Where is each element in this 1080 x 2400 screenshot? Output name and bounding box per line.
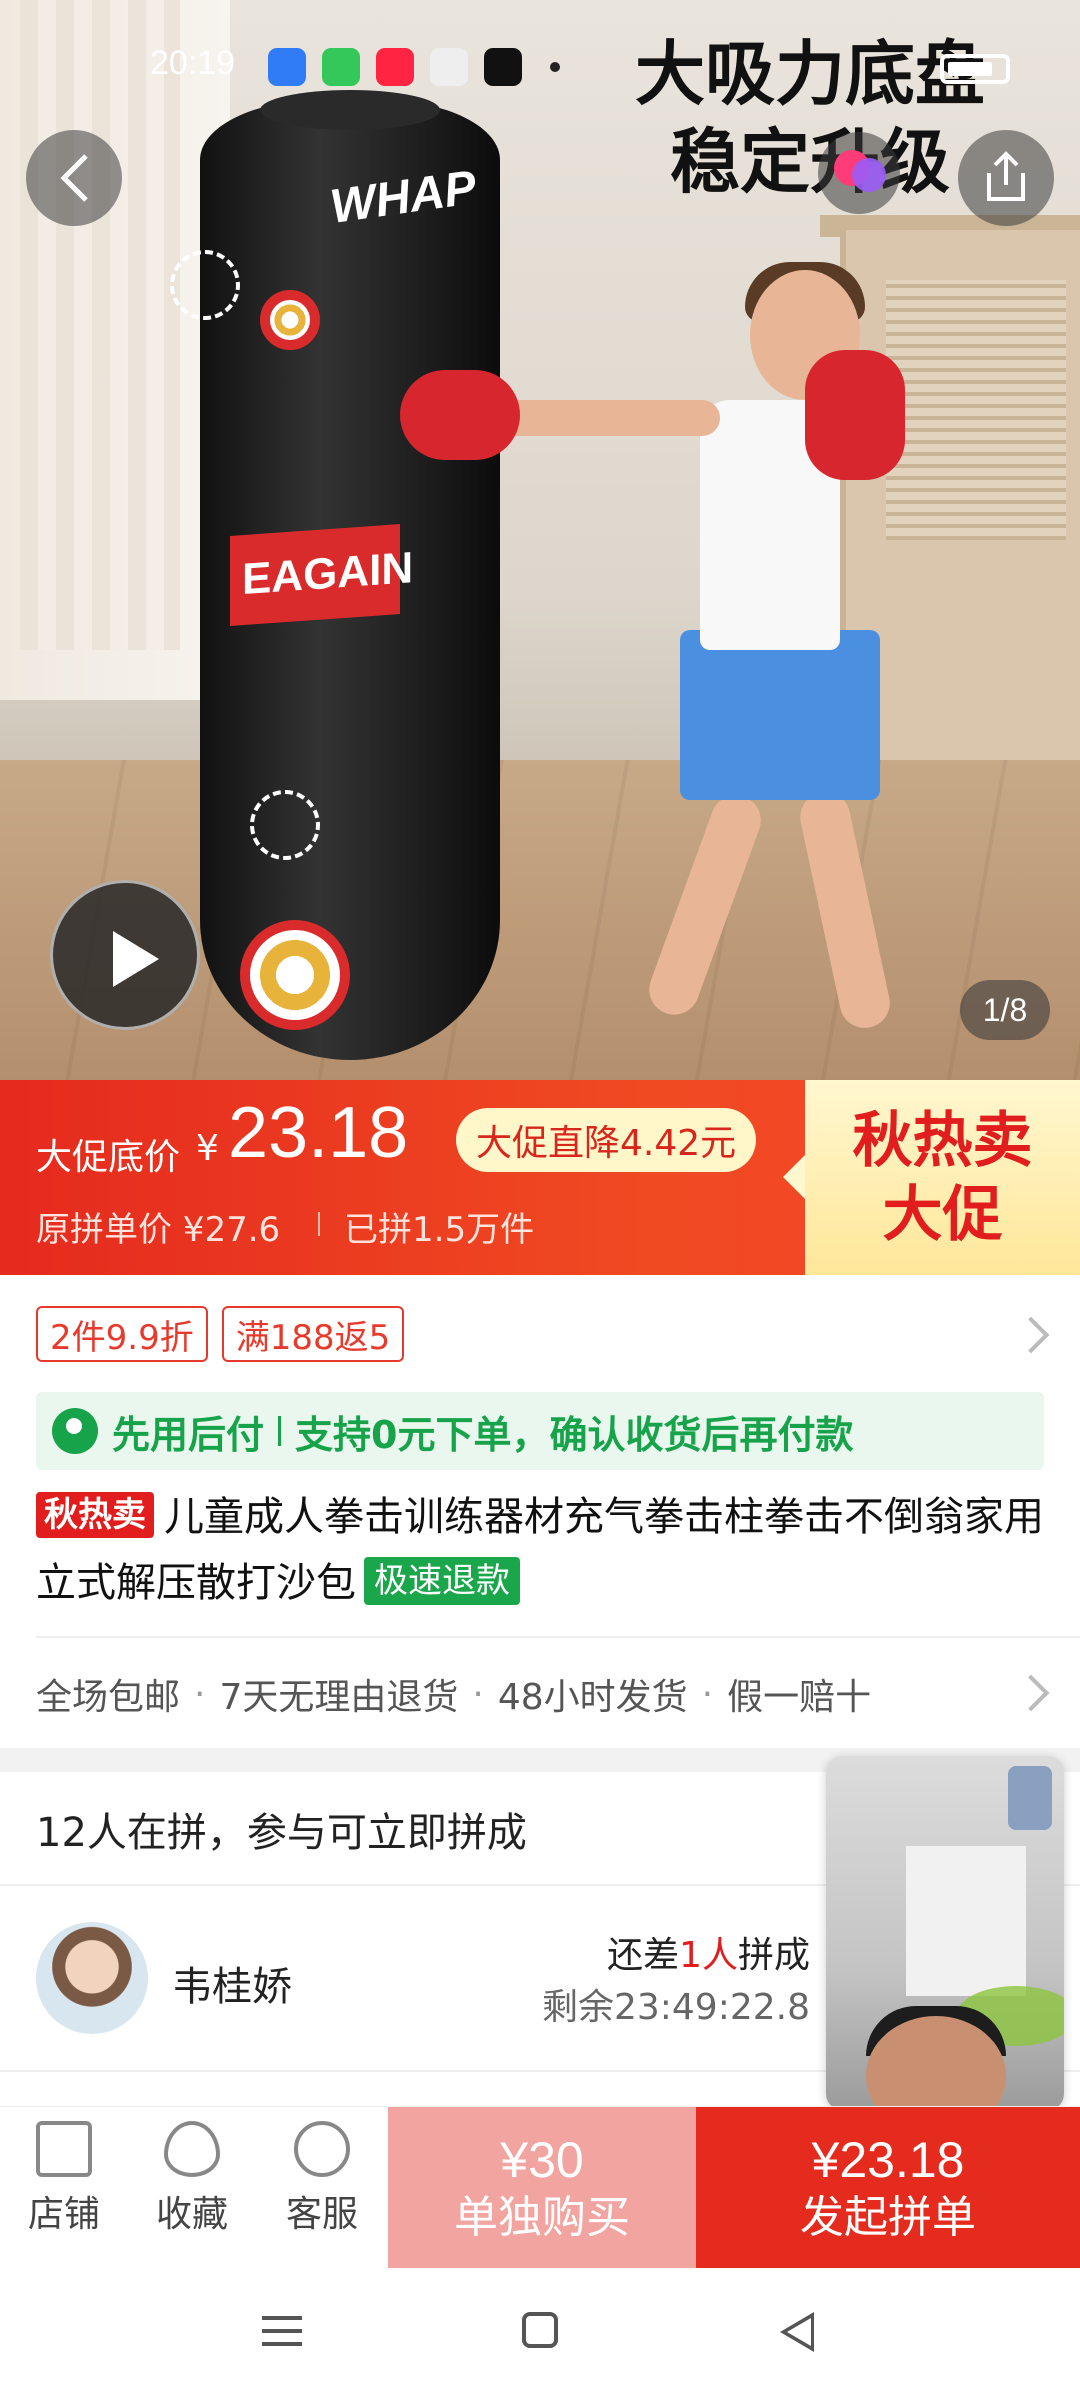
promo-badge-line-2: 大促 [882,1179,1003,1250]
coupon-tag[interactable]: 满188返5 [221,1306,405,1362]
group-need-text: 还差1人拼成 [607,1935,810,1976]
chat-bubble-icon [294,2121,350,2177]
currency-symbol: ¥ [196,1128,219,1169]
menu-icon[interactable] [262,2316,302,2346]
target-mark [240,920,350,1030]
pay-later-title: 先用后付 [112,1412,265,1457]
group-buy-heading: 12人在拼，参与可立即拼成 [36,1810,527,1856]
share-button[interactable] [958,130,1054,226]
service-item: 7天无理由退货 [219,1677,459,1718]
avatar [36,1922,148,2034]
image-search-button[interactable] [818,132,900,214]
back-triangle-icon[interactable] [780,2312,814,2352]
pay-later-divider [278,1416,282,1446]
store-icon [36,2121,92,2177]
user-badge-icon [52,1408,98,1454]
service-guarantees[interactable]: 全场包邮 · 7天无理由退货 · 48小时发货 · 假一赔十 [36,1668,871,1720]
target-mark [260,290,320,350]
notification-icons [268,48,522,86]
status-time: 20:19 [150,44,236,82]
service-label: 客服 [285,2194,358,2235]
glove-mark [170,250,240,320]
service-item: 48小时发货 [497,1677,688,1718]
price-label: 大促底价 [36,1137,181,1178]
play-video-button[interactable] [50,880,200,1030]
group-price: ¥23.18 [811,2132,965,2188]
share-icon [987,151,1025,201]
autumn-sale-badge: 秋热卖 大促 [783,1080,1080,1275]
original-price: 原拼单价 ¥27.6 [36,1210,281,1250]
hot-sale-tag: 秋热卖 [36,1492,154,1538]
promo-line-2: 稳定升级 [670,121,950,203]
pay-later-desc: 支持0元下单，确认收货后再付款 [295,1412,854,1457]
product-title: 秋热卖 儿童成人拳击训练器材充气拳击柱拳击不倒翁家用立式解压散打沙包 极速退款 [36,1484,1046,1616]
price-banner: 大促底价 ¥ 23.18 大促直降4.42元 原拼单价 ¥27.6 已拼1.5万… [0,1080,1080,1275]
bottom-action-bar: 店铺 收藏 客服 ¥30 单独购买 ¥23.18 发起拼单 [0,2106,1080,2269]
chevron-right-icon[interactable] [1012,1316,1050,1354]
shop-label: 店铺 [27,2194,100,2235]
shop-button[interactable]: 店铺 [4,2121,124,2237]
start-group-buy-button[interactable]: ¥23.18 发起拼单 [696,2107,1080,2269]
more-notifications-dot [550,62,560,72]
bag-stripe: EAGAIN [230,524,413,626]
app-notification-icon [268,48,306,86]
xiaohongshu-notification-icon [376,48,414,86]
punching-bag-image: WHAP EAGAIN [170,90,500,1060]
favorite-button[interactable]: 收藏 [132,2121,252,2237]
pip-thumbnail[interactable] [1008,1766,1052,1830]
boxing-kid-image [400,262,940,1050]
coupon-tag[interactable]: 2件9.9折 [36,1306,208,1362]
favorite-label: 收藏 [155,2194,228,2235]
bag-logo: WHAP [327,161,480,234]
capcut-notification-icon [484,48,522,86]
service-item: 全场包邮 [36,1677,181,1718]
home-icon[interactable] [522,2312,558,2348]
customer-service-button[interactable]: 客服 [262,2121,382,2237]
coupon-list[interactable]: 2件9.9折 满188返5 [36,1306,405,1362]
chevron-right-icon[interactable] [1012,1674,1050,1712]
solo-price: ¥30 [500,2132,584,2188]
bag-slogan: EAGAIN [242,543,414,605]
product-page: WHAP EAGAIN 大吸力底盘 稳定升级 1/8 20:19 大促底价 ¥ … [0,0,1080,2400]
heart-icon [164,2121,220,2177]
product-title-text: 儿童成人拳击训练器材充气拳击柱拳击不倒翁家用立式解压散打沙包 [36,1494,1044,1606]
image-counter: 1/8 [960,980,1050,1040]
current-price: 23.18 [228,1093,409,1173]
app-notification-icon [430,48,468,86]
group-remaining-time: 剩余23:49:22.8 [541,1987,810,2028]
service-item: 假一赔十 [727,1677,872,1718]
system-navigation-bar [0,2268,1080,2400]
price-divider [318,1212,320,1236]
group-user-name: 韦桂娇 [172,1964,292,2010]
divider [36,1636,1080,1638]
message-notification-icon [322,48,360,86]
pay-later-banner[interactable]: 先用后付 支持0元下单，确认收货后再付款 [36,1392,1044,1470]
buy-alone-button[interactable]: ¥30 单独购买 [388,2107,696,2269]
battery-icon [940,54,1010,84]
status-bar: 20:19 [0,0,1080,130]
solo-label: 单独购买 [454,2192,630,2243]
product-image-carousel[interactable]: WHAP EAGAIN 大吸力底盘 稳定升级 1/8 [0,0,1080,1080]
price-drop-badge: 大促直降4.42元 [456,1108,757,1172]
fast-refund-tag: 极速退款 [364,1557,520,1605]
back-button[interactable] [26,130,122,226]
chevron-left-icon [60,154,88,202]
sold-count: 已拼1.5万件 [344,1210,535,1250]
floating-video-window[interactable] [826,1756,1064,2110]
promo-badge-line-1: 秋热卖 [852,1105,1033,1176]
group-label: 发起拼单 [800,2192,976,2243]
glove-mark [250,790,320,860]
